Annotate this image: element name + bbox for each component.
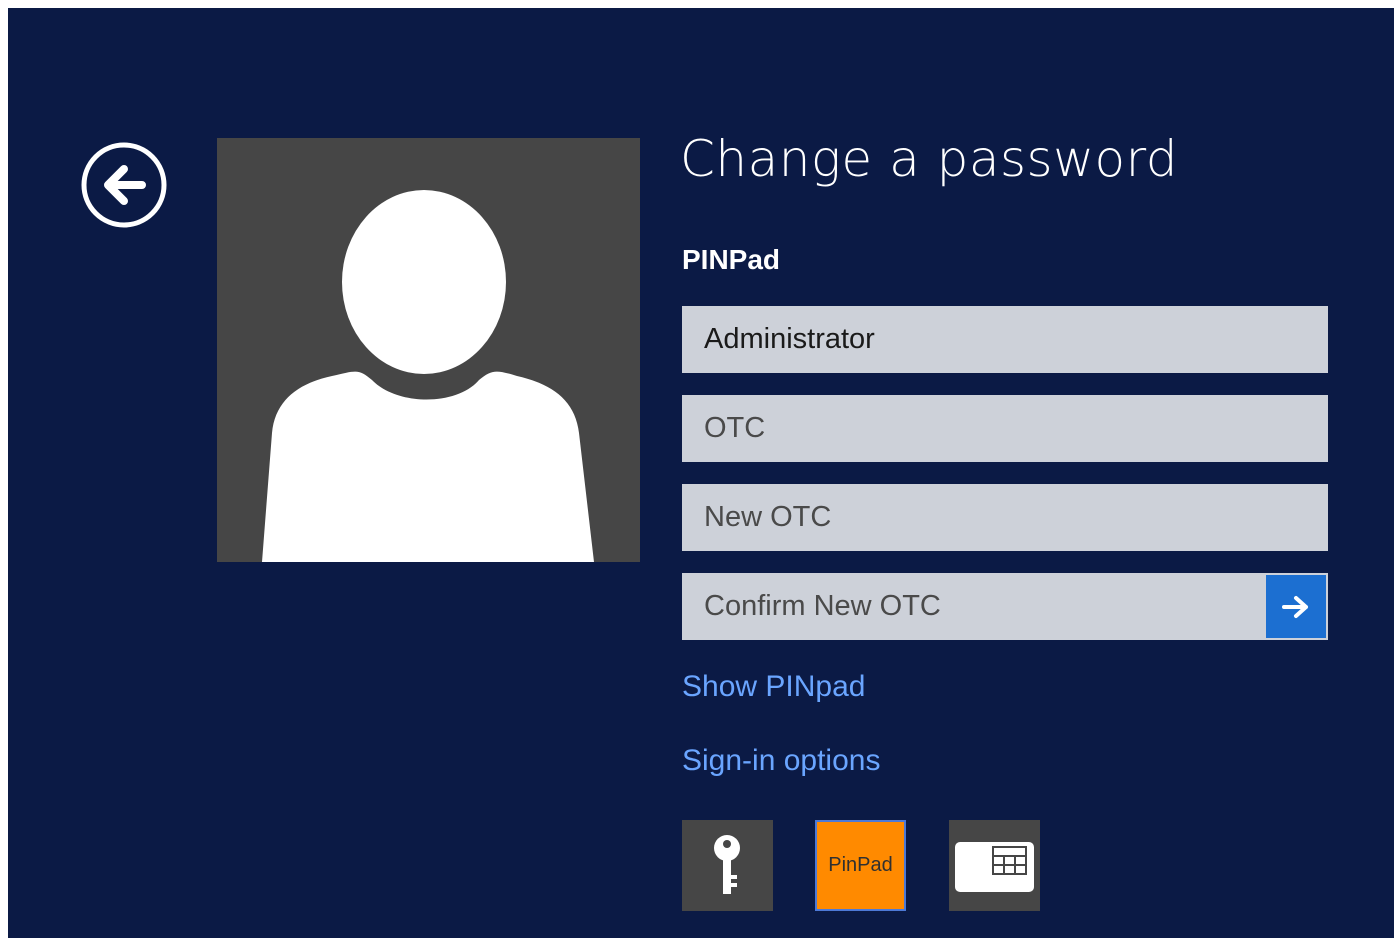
lock-screen: Change a password PINPad Administrator S…: [8, 8, 1394, 938]
credential-provider-name: PINPad: [682, 244, 781, 275]
pinpad-tile-label: PinPad: [828, 854, 893, 876]
confirm-new-otc-field[interactable]: [682, 573, 1328, 640]
username-value: Administrator: [704, 323, 875, 355]
smart-card-tile[interactable]: [949, 820, 1040, 911]
submit-button[interactable]: [1266, 575, 1326, 638]
user-avatar: [217, 138, 640, 562]
user-silhouette-icon: [262, 190, 594, 562]
otc-field[interactable]: [682, 395, 1328, 462]
sign-in-options-link[interactable]: Sign-in options: [682, 744, 880, 778]
key-icon: [714, 835, 740, 894]
smart-card-icon: [955, 842, 1034, 892]
new-otc-input[interactable]: [704, 501, 1328, 534]
show-pinpad-link[interactable]: Show PINpad: [682, 670, 865, 704]
new-otc-field[interactable]: [682, 484, 1328, 551]
username-field[interactable]: Administrator: [682, 306, 1328, 373]
back-arrow-circle-icon: [81, 142, 167, 228]
password-tile[interactable]: [682, 820, 773, 911]
otc-input[interactable]: [704, 412, 1328, 445]
back-button[interactable]: [80, 141, 168, 229]
arrow-right-icon: [1282, 595, 1308, 618]
page-title: Change a password: [680, 130, 1179, 188]
confirm-new-otc-input[interactable]: [704, 590, 1328, 623]
pinpad-tile[interactable]: PinPad: [815, 820, 906, 911]
